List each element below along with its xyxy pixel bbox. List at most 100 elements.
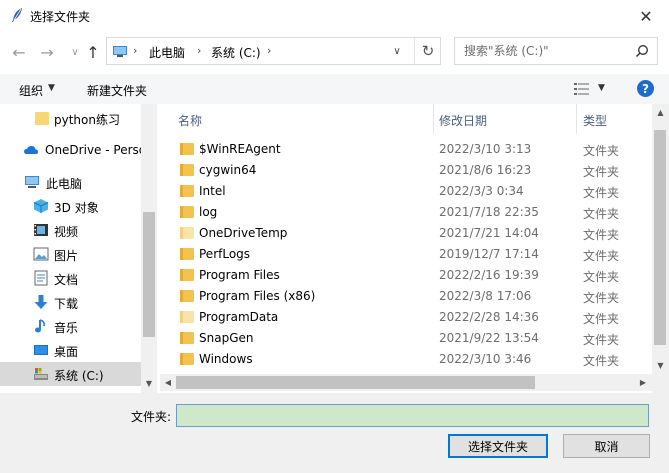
- file-name: Intel: [199, 184, 226, 198]
- scroll-left-button[interactable]: ◀: [160, 374, 176, 391]
- nav-scrollbar-thumb[interactable]: [143, 212, 155, 337]
- file-name: $WinREAgent: [199, 142, 281, 156]
- chevron-down-icon[interactable]: ▼: [598, 83, 605, 93]
- nav-item-3d-objects[interactable]: 3D 对象: [0, 194, 141, 218]
- file-row[interactable]: ProgramData 2022/2/28 14:36 文件夹: [160, 307, 652, 328]
- file-row[interactable]: OneDriveTemp 2021/7/21 14:04 文件夹: [160, 223, 652, 244]
- file-type: 文件夹: [583, 207, 620, 221]
- file-list: ^ 名称 修改日期 类型 $WinREAgent 2022/3/10 3:13 …: [160, 104, 669, 393]
- file-date: 2022/3/10 3:13: [439, 142, 532, 156]
- drive-icon: [34, 368, 48, 380]
- window-title: 选择文件夹: [30, 10, 91, 24]
- file-date: 2022/3/3 0:34: [439, 184, 524, 198]
- close-button[interactable]: ✕: [623, 0, 669, 32]
- navigation-pane: python练习 OneDrive - Personal 此电脑 3D 对象 视…: [0, 104, 157, 393]
- help-icon[interactable]: ?: [637, 80, 654, 97]
- nav-scroll-down-button[interactable]: ▼: [141, 375, 157, 391]
- file-name: Program Files: [199, 268, 280, 282]
- breadcrumb-separator: ›: [197, 44, 202, 57]
- nav-item-python[interactable]: python练习: [0, 106, 141, 130]
- folder-icon: [180, 206, 194, 218]
- file-row[interactable]: SnapGen 2021/9/22 13:54 文件夹: [160, 328, 652, 349]
- file-type: 文件夹: [583, 312, 620, 326]
- picture-icon: [33, 247, 49, 261]
- scroll-up-button[interactable]: ▲: [652, 104, 669, 121]
- feather-icon: [12, 8, 22, 22]
- folder-field-label: 文件夹:: [131, 410, 172, 424]
- breadcrumb-system-c[interactable]: 系统 (C:): [211, 44, 261, 61]
- nav-item-documents[interactable]: 文档: [0, 266, 141, 290]
- sort-ascending-icon: ^: [297, 104, 305, 111]
- nav-item-label: OneDrive - Personal: [45, 143, 141, 157]
- breadcrumb-this-pc[interactable]: 此电脑: [149, 44, 185, 61]
- view-options-icon[interactable]: [574, 82, 590, 96]
- file-row[interactable]: cygwin64 2021/8/6 16:23 文件夹: [160, 160, 652, 181]
- nav-item-pictures[interactable]: 图片: [0, 242, 141, 266]
- cube-icon: [33, 199, 49, 213]
- file-date: 2022/3/8 17:06: [439, 289, 532, 303]
- folder-icon: [180, 143, 194, 155]
- chevron-down-icon[interactable]: ▼: [48, 83, 55, 93]
- nav-item-videos[interactable]: 视频: [0, 218, 141, 242]
- file-name: log: [199, 205, 218, 219]
- toolbar: 组织 ▼ 新建文件夹 ▼: [0, 74, 669, 104]
- nav-item-system-c[interactable]: 系统 (C:): [0, 362, 141, 386]
- nav-item-this-pc[interactable]: 此电脑: [0, 170, 141, 194]
- file-list-horizontal-thumb[interactable]: [176, 376, 535, 389]
- back-button[interactable]: ←: [8, 41, 30, 63]
- file-list-vertical-thumb[interactable]: [654, 130, 666, 345]
- file-name: ProgramData: [199, 310, 279, 324]
- nav-item-music[interactable]: 音乐: [0, 314, 141, 338]
- forward-button[interactable]: →: [36, 41, 58, 63]
- nav-item-downloads[interactable]: 下载: [0, 290, 141, 314]
- column-header-modified[interactable]: 修改日期: [439, 112, 487, 129]
- file-date: 2021/9/22 13:54: [439, 331, 539, 345]
- file-row[interactable]: log 2021/7/18 22:35 文件夹: [160, 202, 652, 223]
- file-row[interactable]: $WinREAgent 2022/3/10 3:13 文件夹: [160, 139, 652, 160]
- scroll-down-button[interactable]: ▼: [652, 357, 669, 374]
- computer-icon: [113, 46, 127, 57]
- scroll-right-button[interactable]: ▶: [635, 374, 651, 391]
- file-date: 2022/3/10 3:46: [439, 352, 532, 366]
- cancel-button[interactable]: 取消: [563, 434, 650, 458]
- file-row[interactable]: Windows 2022/3/10 3:46 文件夹: [160, 349, 652, 370]
- breadcrumb-separator: ›: [267, 44, 272, 57]
- file-row[interactable]: Intel 2022/3/3 0:34 文件夹: [160, 181, 652, 202]
- folder-icon: [180, 185, 194, 197]
- refresh-button[interactable]: ↻: [414, 38, 441, 64]
- music-icon: [35, 319, 45, 333]
- address-dropdown-button[interactable]: ∨: [387, 41, 407, 61]
- video-icon: [34, 224, 48, 236]
- breadcrumb-separator: ›: [133, 44, 138, 57]
- nav-item-label: 系统 (C:): [54, 369, 104, 383]
- folder-icon: [180, 311, 194, 323]
- column-divider[interactable]: [433, 104, 434, 134]
- column-divider[interactable]: [576, 104, 577, 134]
- cloud-icon: [24, 146, 38, 154]
- folder-icon: [180, 290, 194, 302]
- nav-item-label: 视频: [54, 225, 79, 239]
- select-folder-button[interactable]: 选择文件夹: [448, 434, 548, 458]
- search-icon[interactable]: [635, 44, 649, 58]
- folder-name-input[interactable]: [176, 404, 649, 427]
- file-name: SnapGen: [199, 331, 254, 345]
- file-name: Program Files (x86): [199, 289, 316, 303]
- search-input[interactable]: [464, 44, 624, 58]
- nav-item-label: 下载: [54, 297, 79, 311]
- nav-item-label: 音乐: [54, 321, 79, 335]
- file-type: 文件夹: [583, 186, 620, 200]
- organize-button[interactable]: 组织: [19, 82, 43, 99]
- file-row[interactable]: Program Files (x86) 2022/3/8 17:06 文件夹: [160, 286, 652, 307]
- download-icon: [34, 295, 48, 309]
- file-row[interactable]: Program Files 2022/2/16 19:39 文件夹: [160, 265, 652, 286]
- column-header-type[interactable]: 类型: [583, 112, 607, 129]
- search-box[interactable]: [454, 37, 658, 65]
- new-folder-button[interactable]: 新建文件夹: [87, 82, 147, 99]
- file-date: 2022/2/16 19:39: [439, 268, 539, 282]
- address-bar[interactable]: › 此电脑 › 系统 (C:) › ∨ ↻: [106, 37, 441, 65]
- nav-item-desktop[interactable]: 桌面: [0, 338, 141, 362]
- column-header-name[interactable]: 名称: [178, 112, 202, 129]
- up-button[interactable]: ↑: [82, 41, 104, 63]
- file-row[interactable]: PerfLogs 2019/12/7 17:14 文件夹: [160, 244, 652, 265]
- nav-item-onedrive[interactable]: OneDrive - Personal: [0, 138, 141, 162]
